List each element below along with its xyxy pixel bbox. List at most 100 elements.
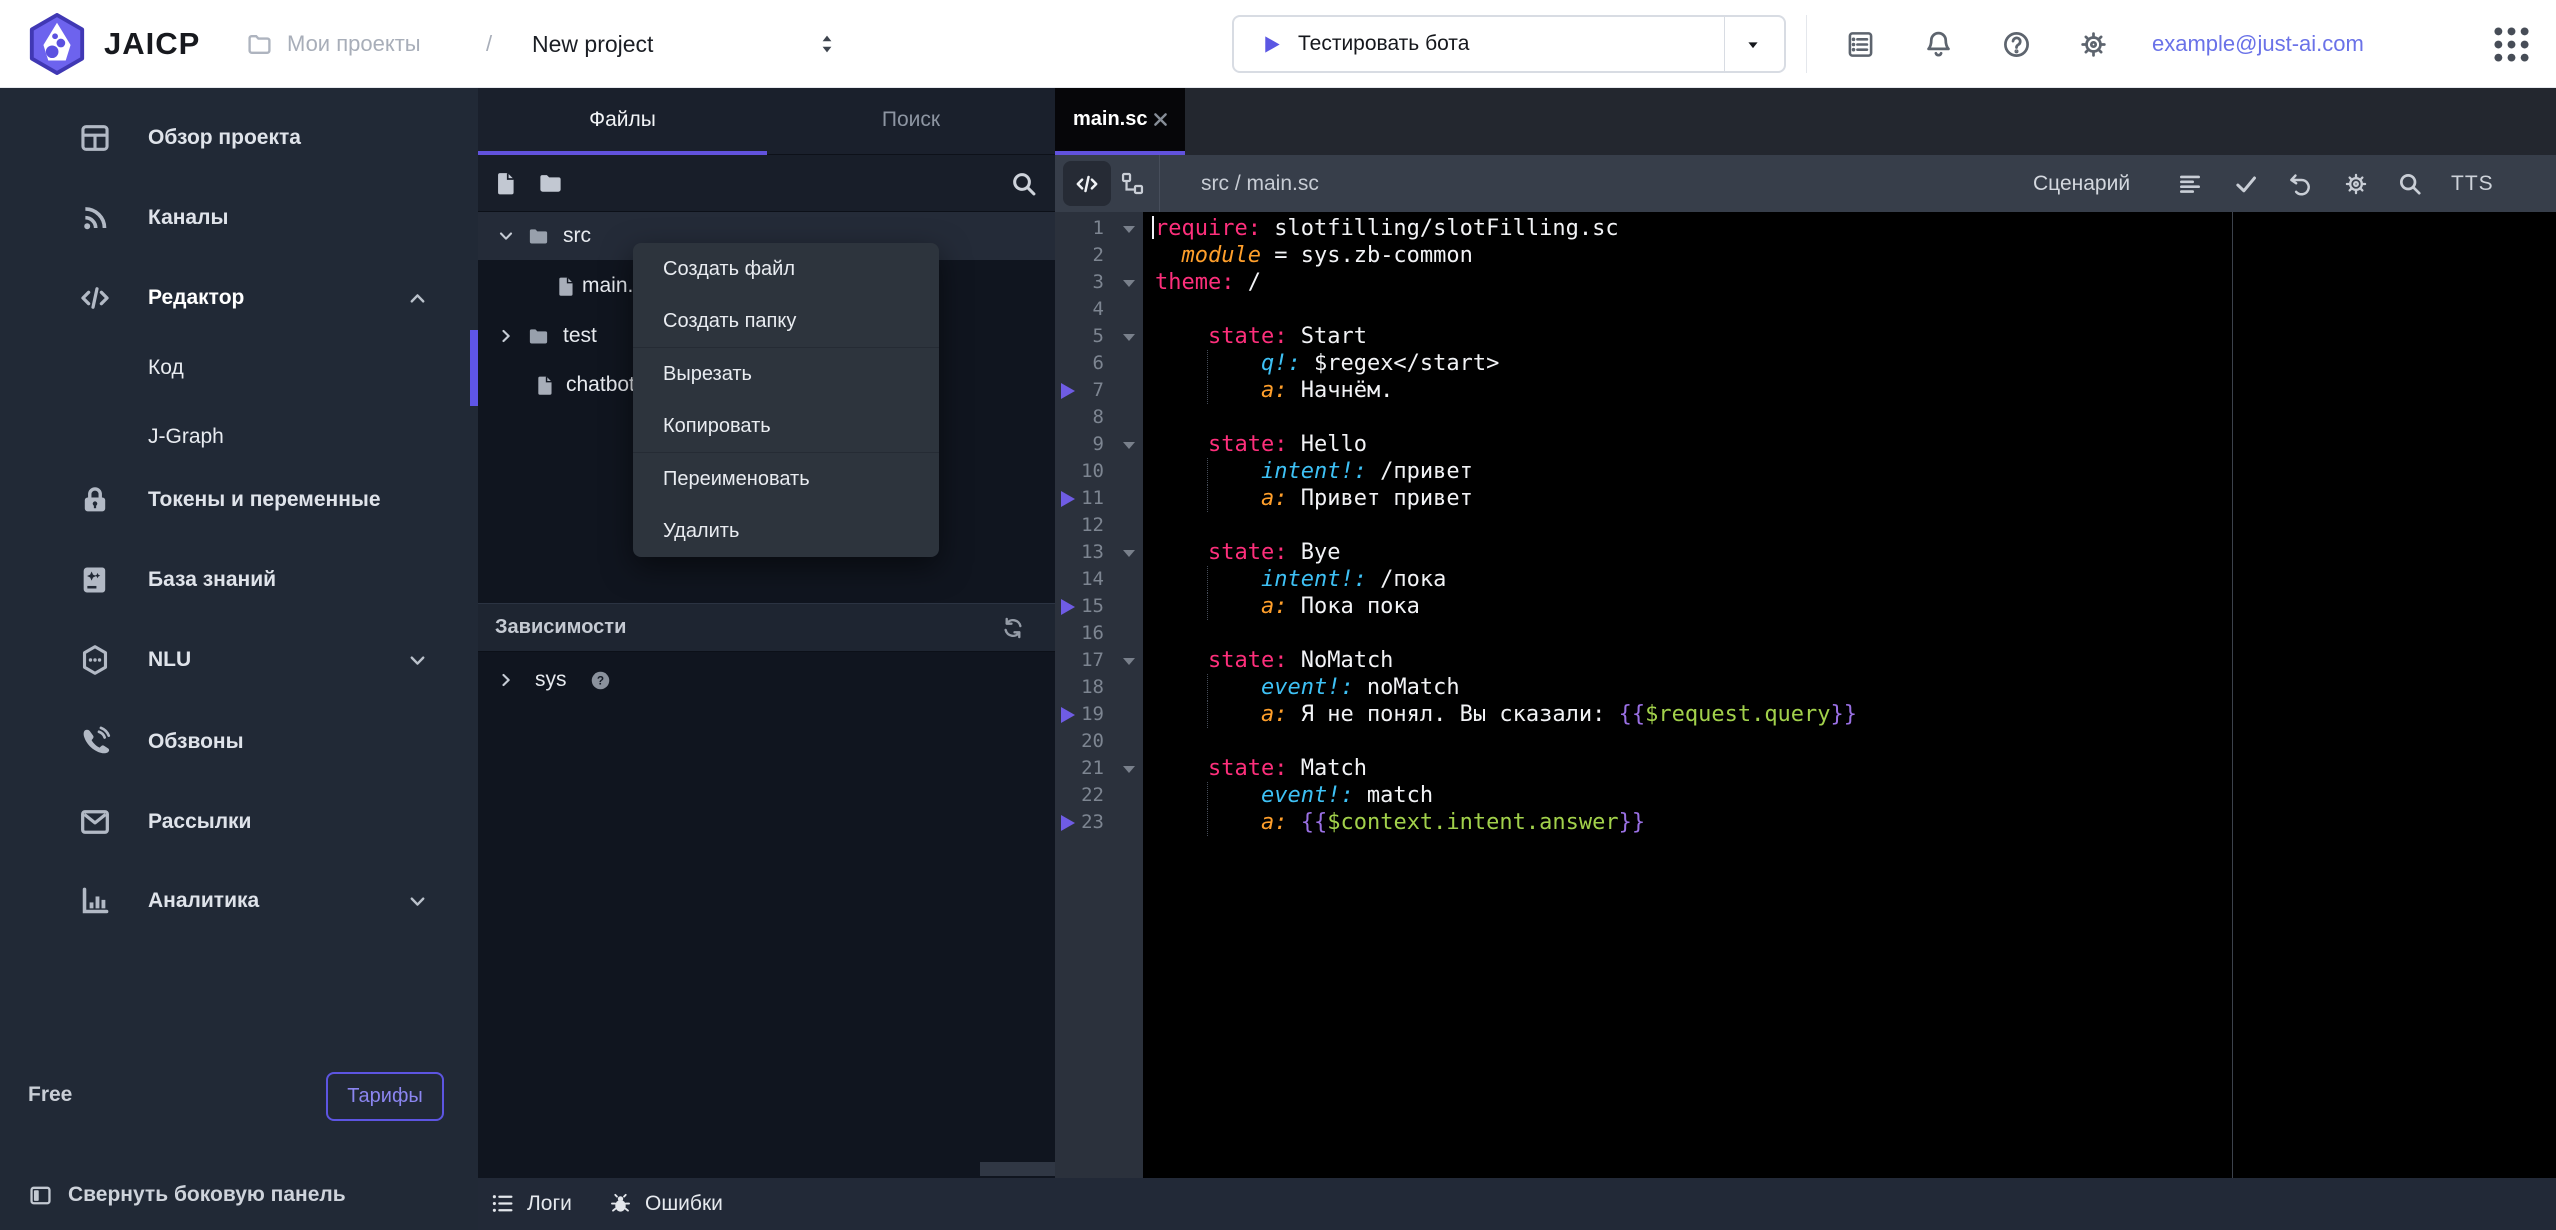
scenario-label[interactable]: Сценарий <box>2033 155 2130 212</box>
editor-breadcrumb: src / main.sc <box>1201 155 1319 212</box>
tab-main-sc[interactable]: main.sc <box>1055 88 1185 151</box>
run-state-icon[interactable] <box>1061 599 1075 615</box>
sidebar-item-calls[interactable]: Обзвоны <box>0 714 478 770</box>
chevron-right-icon[interactable] <box>496 670 516 690</box>
code-line[interactable]: intent!: /привет <box>1155 458 1473 485</box>
code-line[interactable]: intent!: /пока <box>1155 566 1446 593</box>
user-email[interactable]: example@just-ai.com <box>2152 0 2364 88</box>
code-line[interactable]: state: Bye <box>1155 539 1340 566</box>
new-file-icon[interactable] <box>493 170 520 197</box>
horizontal-scrollbar-thumb[interactable] <box>980 1162 1056 1176</box>
jaicp-logo-icon[interactable] <box>26 13 88 75</box>
sidebar-item-code[interactable]: Код <box>0 340 478 396</box>
refresh-icon[interactable] <box>1000 615 1026 641</box>
code-line[interactable]: require: slotfilling/slotFilling.sc <box>1155 215 1619 242</box>
sidebar-item-knowledge-base[interactable]: База знаний <box>0 552 478 608</box>
chevron-down-icon[interactable] <box>406 649 429 672</box>
active-item-indicator <box>470 330 478 406</box>
dep-item-sys[interactable]: sys? <box>478 656 1055 704</box>
undo-icon[interactable] <box>2287 171 2313 197</box>
dependencies-title: Зависимости <box>495 604 626 651</box>
code-line[interactable]: state: Hello <box>1155 431 1367 458</box>
gear-icon[interactable] <box>2343 171 2369 197</box>
fold-toggle-icon[interactable] <box>1123 280 1135 287</box>
sidebar-item-project-overview[interactable]: Обзор проекта <box>0 110 478 166</box>
menu-item-3[interactable]: Вырезать <box>633 348 939 400</box>
line-number: 17 <box>1081 647 1104 674</box>
new-folder-icon[interactable] <box>537 170 564 197</box>
menu-item-4[interactable]: Копировать <box>633 400 939 452</box>
code-line[interactable]: a: Привет привет <box>1155 485 1473 512</box>
sidebar-item-mailings[interactable]: Рассылки <box>0 794 478 850</box>
collapse-sidebar-button[interactable]: Свернуть боковую панель <box>0 1167 478 1223</box>
fold-toggle-icon[interactable] <box>1123 334 1135 341</box>
chevron-up-icon[interactable] <box>406 287 429 310</box>
errors-button[interactable]: Ошибки <box>645 1178 723 1230</box>
bell-icon[interactable] <box>1923 29 1954 60</box>
fold-toggle-icon[interactable] <box>1123 658 1135 665</box>
logs-button[interactable]: Логи <box>527 1178 572 1230</box>
menu-item-6[interactable]: Удалить <box>633 505 939 557</box>
run-state-icon[interactable] <box>1061 383 1075 399</box>
run-state-icon[interactable] <box>1061 707 1075 723</box>
graph-view-button[interactable] <box>1119 170 1146 197</box>
chevron-down-icon[interactable] <box>406 890 429 913</box>
code-line[interactable]: a: Я не понял. Вы сказали: {{$request.qu… <box>1155 701 1857 728</box>
help-badge-icon[interactable]: ? <box>590 670 611 691</box>
tree-item-label: test <box>563 312 597 360</box>
sidebar-item-j-graph[interactable]: J-Graph <box>0 409 478 465</box>
code-area[interactable]: require: slotfilling/slotFilling.sc modu… <box>1143 212 2556 1178</box>
tab-files[interactable]: Файлы <box>478 88 767 151</box>
chevron-down-icon[interactable] <box>1742 34 1764 56</box>
sidebar-item-editor[interactable]: Редактор <box>0 270 478 326</box>
menu-item-2[interactable]: Создать папку <box>633 295 939 347</box>
code-line[interactable]: state: NoMatch <box>1155 647 1393 674</box>
run-state-icon[interactable] <box>1061 815 1075 831</box>
sidebar-item-channels[interactable]: Каналы <box>0 190 478 246</box>
run-state-icon[interactable] <box>1061 491 1075 507</box>
chevron-down-icon[interactable] <box>496 226 516 246</box>
check-icon[interactable] <box>2233 171 2259 197</box>
code-line[interactable]: a: Начнём. <box>1155 377 1393 404</box>
line-number: 3 <box>1093 269 1104 296</box>
breadcrumb-projects[interactable]: Мои проекты <box>287 0 421 88</box>
search-icon[interactable] <box>2397 171 2423 197</box>
tab-search[interactable]: Поиск <box>767 88 1055 151</box>
test-bot-button[interactable]: Тестировать бота <box>1232 15 1786 73</box>
help-icon[interactable] <box>2001 29 2032 60</box>
sidebar-item-nlu[interactable]: NLU <box>0 632 478 688</box>
line-number: 12 <box>1081 512 1104 539</box>
outline-icon[interactable] <box>2177 171 2203 197</box>
code-line[interactable]: event!: match <box>1155 782 1433 809</box>
fold-toggle-icon[interactable] <box>1123 226 1135 233</box>
close-icon[interactable] <box>1151 110 1170 129</box>
code-line[interactable]: a: Пока пока <box>1155 593 1420 620</box>
apps-grid-icon[interactable] <box>2489 22 2534 67</box>
journal-icon[interactable] <box>1845 29 1876 60</box>
menu-item-1[interactable]: Создать файл <box>633 243 939 295</box>
gear-icon[interactable] <box>2078 29 2109 60</box>
fold-toggle-icon[interactable] <box>1123 550 1135 557</box>
code-line[interactable]: state: Start <box>1155 323 1367 350</box>
project-switch-icon[interactable] <box>815 32 839 56</box>
fold-toggle-icon[interactable] <box>1123 766 1135 773</box>
fold-toggle-icon[interactable] <box>1123 442 1135 449</box>
code-line[interactable]: theme: / <box>1155 269 1261 296</box>
tts-label[interactable]: TTS <box>2451 155 2494 212</box>
code-line[interactable]: a: {{$context.intent.answer}} <box>1155 809 1645 836</box>
chevron-right-icon[interactable] <box>496 326 516 346</box>
line-number: 1 <box>1093 215 1104 242</box>
line-number: 11 <box>1081 485 1104 512</box>
search-icon[interactable] <box>1010 170 1038 198</box>
code-line[interactable]: module = sys.zb-common <box>1155 242 1473 269</box>
code-line[interactable]: q!: $regex</start> <box>1155 350 1499 377</box>
editor-toolbar: src / main.sc Сценарий TTS <box>1055 155 2556 212</box>
code-view-button[interactable] <box>1063 161 1111 206</box>
code-line[interactable]: state: Match <box>1155 755 1367 782</box>
plans-button[interactable]: Тарифы <box>326 1072 444 1121</box>
sidebar-item-analytics[interactable]: Аналитика <box>0 873 478 929</box>
code-line[interactable]: event!: noMatch <box>1155 674 1460 701</box>
sidebar-item-tokens[interactable]: Токены и переменные <box>0 472 478 528</box>
menu-item-5[interactable]: Переименовать <box>633 453 939 505</box>
project-name[interactable]: New project <box>532 0 653 88</box>
